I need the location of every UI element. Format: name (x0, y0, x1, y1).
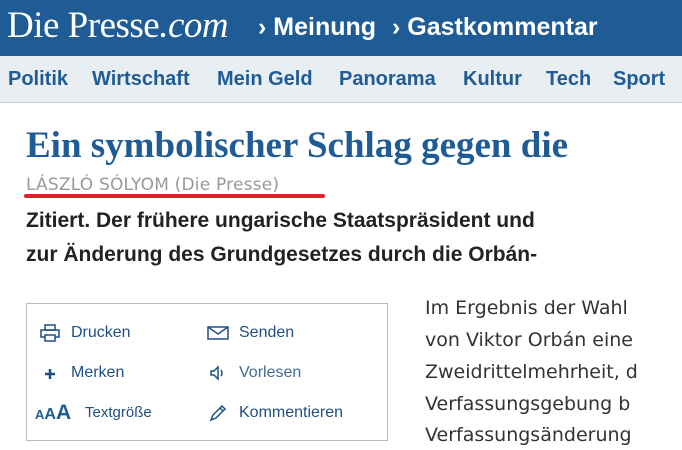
nav-item-sport[interactable]: Sport (613, 67, 665, 91)
speaker-icon (207, 364, 229, 382)
plus-icon (39, 364, 61, 382)
site-header: Die Presse.com › Meinung › Gastkommentar (0, 0, 682, 56)
read-aloud-label: Vorlesen (239, 364, 302, 381)
article-toolbox: Drucken Senden Merken Vorlesen AAA Textg… (26, 303, 388, 441)
article-body-line-5: Verfassungsänderung (425, 424, 632, 446)
send-button[interactable]: Senden (207, 322, 357, 344)
main-navigation: Politik Wirtschaft Mein Geld Panorama Ku… (0, 56, 682, 103)
read-aloud-button[interactable]: Vorlesen (207, 362, 357, 384)
font-size-letter-medium: A (44, 406, 56, 423)
site-logo[interactable]: Die Presse.com (7, 4, 229, 48)
nav-item-wirtschaft[interactable]: Wirtschaft (92, 67, 190, 91)
nav-item-tech[interactable]: Tech (546, 67, 591, 91)
nav-item-kultur[interactable]: Kultur (463, 67, 522, 91)
breadcrumb-gastkommentar[interactable]: › Gastkommentar (392, 12, 598, 42)
article-body-line-1: Im Ergebnis der Wahl (425, 297, 628, 319)
font-size-letter-large: A (55, 401, 72, 424)
pencil-icon (207, 404, 229, 422)
article-headline: Ein symbolischer Schlag gegen die (26, 125, 569, 166)
nav-item-politik[interactable]: Politik (8, 67, 68, 91)
font-size-icon: AAA (35, 402, 71, 426)
print-button[interactable]: Drucken (39, 322, 189, 344)
font-size-label: Textgröße (85, 404, 152, 421)
nav-item-panorama[interactable]: Panorama (339, 67, 436, 91)
article-byline[interactable]: LÁSZLÓ SÓLYOM (Die Presse) (26, 175, 279, 195)
font-size-button[interactable]: AAA Textgröße (35, 402, 195, 424)
font-size-letter-small: A (35, 407, 45, 422)
logo-domain: .com (159, 5, 229, 46)
article-body-line-4: Verfassungsgebung b (425, 393, 631, 415)
send-label: Senden (239, 324, 295, 341)
article-lead-line-1: Zitiert. Der frühere ungarische Staatspr… (26, 209, 535, 232)
bookmark-button[interactable]: Merken (39, 362, 189, 384)
printer-icon (39, 324, 61, 342)
envelope-icon (207, 324, 229, 342)
article-body-line-3: Zweidrittelmehrheit, d (425, 361, 638, 383)
comment-label: Kommentieren (239, 404, 344, 421)
article-lead-line-2: zur Änderung des Grundgesetzes durch die… (26, 243, 538, 266)
bookmark-label: Merken (71, 364, 125, 381)
comment-button[interactable]: Kommentieren (207, 402, 377, 424)
logo-text: Die Presse (7, 5, 160, 46)
breadcrumb-meinung[interactable]: › Meinung (258, 12, 376, 42)
nav-item-mein-geld[interactable]: Mein Geld (217, 67, 313, 91)
article-body-line-2: von Viktor Orbán eine (425, 329, 633, 351)
print-label: Drucken (71, 324, 131, 341)
byline-highlight-mark (24, 194, 325, 198)
